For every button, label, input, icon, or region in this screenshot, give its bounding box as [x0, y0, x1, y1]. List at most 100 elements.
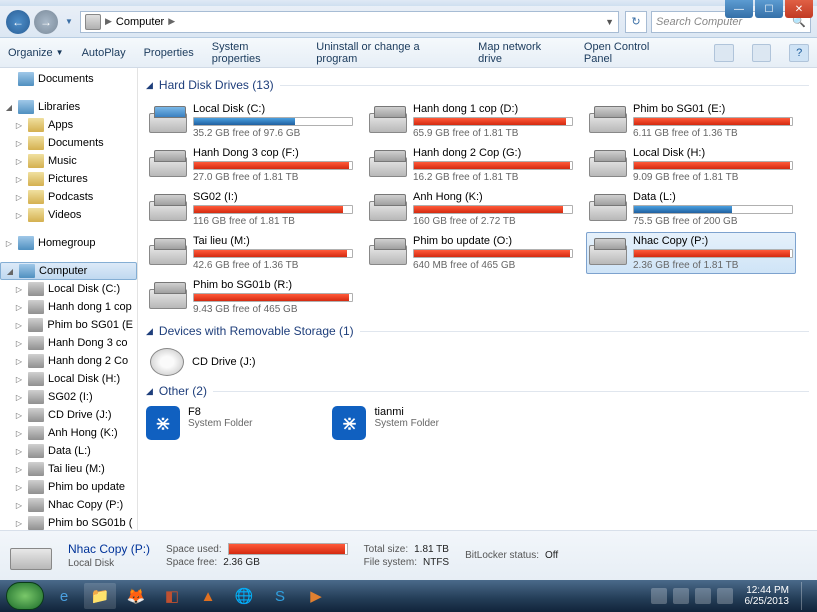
drive-item[interactable]: Phim bo SG01b (R:)9.43 GB free of 465 GB	[146, 276, 356, 318]
group-other[interactable]: ◢ Other (2)	[146, 384, 809, 398]
drive-free-text: 9.43 GB free of 465 GB	[193, 304, 353, 315]
drive-space-bar	[413, 249, 573, 258]
uninstall-button[interactable]: Uninstall or change a program	[316, 41, 460, 65]
control-panel-button[interactable]: Open Control Panel	[584, 41, 678, 65]
drive-item[interactable]: Nhac Copy (P:)2.36 GB free of 1.81 TB	[586, 232, 796, 274]
drive-icon	[10, 538, 52, 574]
group-removable[interactable]: ◢ Devices with Removable Storage (1)	[146, 324, 809, 338]
tree-drive-item[interactable]: ▷Phim bo SG01 (E	[0, 316, 137, 334]
tree-homegroup[interactable]: ▷Homegroup	[0, 234, 137, 252]
drive-icon	[589, 193, 627, 223]
tree-drive-item[interactable]: ▷Hanh Dong 3 co	[0, 334, 137, 352]
tree-lib-item[interactable]: ▷Podcasts	[0, 188, 137, 206]
organize-button[interactable]: Organize▼	[8, 47, 64, 59]
forward-button[interactable]: →	[34, 10, 58, 34]
drive-item[interactable]: Tai lieu (M:)42.6 GB free of 1.36 TB	[146, 232, 356, 274]
tree-drive-item[interactable]: ▷Local Disk (C:)	[0, 280, 137, 298]
tree-drive-item[interactable]: ▷Hanh dong 1 cop	[0, 298, 137, 316]
tree-lib-item[interactable]: ▷Documents	[0, 134, 137, 152]
preview-pane-button[interactable]	[752, 44, 772, 62]
tree-documents[interactable]: Documents	[0, 70, 137, 88]
tree-drive-item[interactable]: ▷Data (L:)	[0, 442, 137, 460]
collapse-icon[interactable]: ◢	[146, 326, 153, 337]
tree-libraries[interactable]: ◢Libraries	[0, 98, 137, 116]
close-button[interactable]: ✕	[785, 0, 813, 18]
drive-free-text: 16.2 GB free of 1.81 TB	[413, 172, 573, 183]
drive-item[interactable]: Phim bo update (O:)640 MB free of 465 GB	[366, 232, 576, 274]
minimize-button[interactable]: —	[725, 0, 753, 18]
drive-item[interactable]: Local Disk (C:)35.2 GB free of 97.6 GB	[146, 100, 356, 142]
drive-item[interactable]: Phim bo SG01 (E:)6.11 GB free of 1.36 TB	[586, 100, 796, 142]
other-sub: System Folder	[188, 418, 252, 429]
taskbar-ie-icon[interactable]: e	[48, 583, 80, 609]
tree-drive-item[interactable]: ▷Nhac Copy (P:)	[0, 496, 137, 514]
collapse-icon[interactable]: ◢	[146, 80, 153, 91]
taskbar-wmp-icon[interactable]: ▶	[300, 583, 332, 609]
address-bar[interactable]: ▶ Computer ▶ ▼	[80, 11, 619, 33]
taskbar-skype-icon[interactable]: S	[264, 583, 296, 609]
content-area: ◢ Hard Disk Drives (13) Local Disk (C:)3…	[138, 68, 817, 530]
drive-space-bar	[193, 205, 353, 214]
other-item[interactable]: ⋇F8System Folder	[146, 406, 252, 440]
other-item[interactable]: ⋇tianmiSystem Folder	[332, 406, 438, 440]
tray-flag-icon[interactable]	[673, 588, 689, 604]
start-button[interactable]	[6, 582, 44, 610]
help-button[interactable]: ?	[789, 44, 809, 62]
tray-network-icon[interactable]	[695, 588, 711, 604]
taskbar-chrome-icon[interactable]: 🌐	[228, 583, 260, 609]
tree-lib-item[interactable]: ▷Videos	[0, 206, 137, 224]
tree-drive-item[interactable]: ▷Local Disk (H:)	[0, 370, 137, 388]
drive-item[interactable]: Anh Hong (K:)160 GB free of 2.72 TB	[366, 188, 576, 230]
taskbar-app-icon[interactable]: ◧	[156, 583, 188, 609]
maximize-button[interactable]: ☐	[755, 0, 783, 18]
drive-item[interactable]: Local Disk (H:)9.09 GB free of 1.81 TB	[586, 144, 796, 186]
address-dropdown-icon[interactable]: ▼	[605, 17, 614, 27]
properties-button[interactable]: Properties	[144, 47, 194, 59]
drive-name: Data (L:)	[633, 191, 793, 203]
show-desktop-button[interactable]	[801, 582, 811, 610]
computer-icon	[85, 14, 101, 30]
breadcrumb-sep[interactable]: ▶	[168, 16, 175, 27]
map-drive-button[interactable]: Map network drive	[478, 41, 566, 65]
tray-volume-icon[interactable]	[717, 588, 733, 604]
collapse-icon[interactable]: ◢	[146, 386, 153, 397]
tree-drive-item[interactable]: ▷Phim bo update	[0, 478, 137, 496]
back-button[interactable]: ←	[6, 10, 30, 34]
drive-free-text: 9.09 GB free of 1.81 TB	[633, 172, 793, 183]
taskbar-vlc-icon[interactable]: ▲	[192, 583, 224, 609]
autoplay-button[interactable]: AutoPlay	[82, 47, 126, 59]
drive-item[interactable]: Hanh dong 2 Cop (G:)16.2 GB free of 1.81…	[366, 144, 576, 186]
drive-item[interactable]: Hanh Dong 3 cop (F:)27.0 GB free of 1.81…	[146, 144, 356, 186]
drive-free-text: 640 MB free of 465 GB	[413, 260, 573, 271]
history-dropdown[interactable]: ▼	[62, 12, 76, 32]
system-properties-button[interactable]: System properties	[212, 41, 299, 65]
view-button[interactable]	[714, 44, 734, 62]
drive-item[interactable]: Data (L:)75.5 GB free of 200 GB	[586, 188, 796, 230]
taskbar-explorer-icon[interactable]: 📁	[84, 583, 116, 609]
clock[interactable]: 12:44 PM 6/25/2013	[739, 585, 796, 607]
drive-free-text: 65.9 GB free of 1.81 TB	[413, 128, 573, 139]
system-tray[interactable]: 12:44 PM 6/25/2013	[651, 582, 812, 610]
tree-drive-item[interactable]: ▷Phim bo SG01b (	[0, 514, 137, 530]
drive-icon	[149, 193, 187, 223]
group-hdd[interactable]: ◢ Hard Disk Drives (13)	[146, 78, 809, 92]
drive-item[interactable]: Hanh dong 1 cop (D:)65.9 GB free of 1.81…	[366, 100, 576, 142]
breadcrumb-location[interactable]: Computer	[116, 16, 164, 28]
tree-drive-item[interactable]: ▷Hanh dong 2 Co	[0, 352, 137, 370]
tree-drive-item[interactable]: ▷Anh Hong (K:)	[0, 424, 137, 442]
tree-drive-item[interactable]: ▷CD Drive (J:)	[0, 406, 137, 424]
cd-drive-item[interactable]: CD Drive (J:)	[146, 346, 809, 378]
tree-drive-item[interactable]: ▷Tai lieu (M:)	[0, 460, 137, 478]
drive-space-bar	[633, 249, 793, 258]
taskbar-firefox-icon[interactable]: 🦊	[120, 583, 152, 609]
tree-lib-item[interactable]: ▷Apps	[0, 116, 137, 134]
drive-icon	[369, 237, 407, 267]
tray-up-icon[interactable]	[651, 588, 667, 604]
tree-lib-item[interactable]: ▷Pictures	[0, 170, 137, 188]
tree-computer[interactable]: ◢Computer	[0, 262, 137, 280]
refresh-button[interactable]: ↻	[625, 11, 647, 33]
drive-free-text: 116 GB free of 1.81 TB	[193, 216, 353, 227]
tree-drive-item[interactable]: ▷SG02 (I:)	[0, 388, 137, 406]
tree-lib-item[interactable]: ▷Music	[0, 152, 137, 170]
drive-item[interactable]: SG02 (I:)116 GB free of 1.81 TB	[146, 188, 356, 230]
